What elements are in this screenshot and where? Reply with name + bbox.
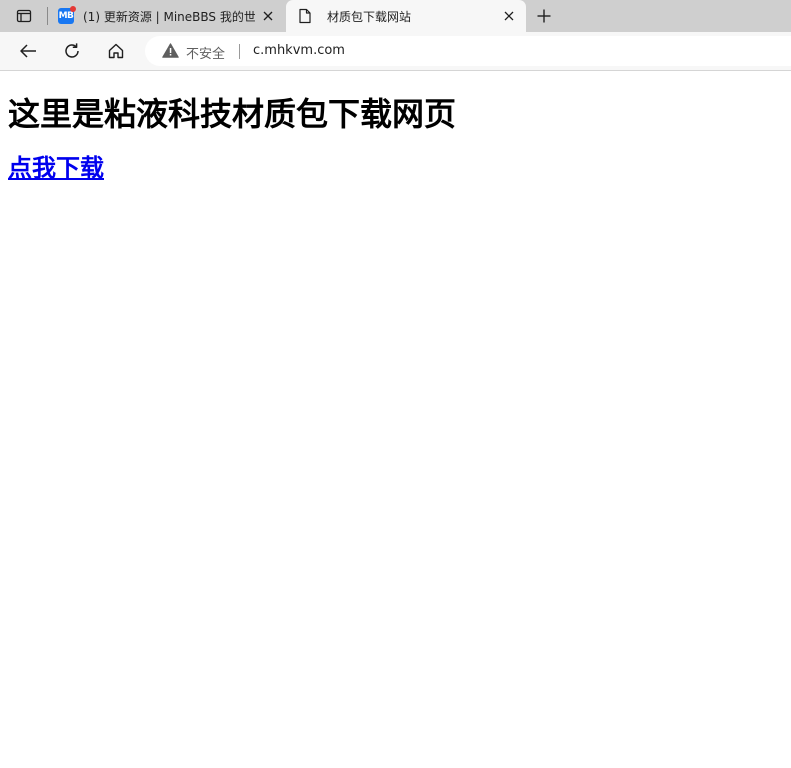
tab-actions-icon xyxy=(16,9,32,23)
tab-title: 材质包下载网站 xyxy=(327,9,412,24)
plus-icon xyxy=(537,9,551,23)
close-icon xyxy=(504,11,514,21)
back-button[interactable] xyxy=(14,37,42,65)
browser-toolbar: 不安全 c.mhkvm.com xyxy=(0,32,791,71)
download-link[interactable]: 点我下载 xyxy=(8,154,104,182)
tab-title: (1) 更新资源 | MineBBS 我的世界 xyxy=(83,9,255,24)
page-content: 这里是粘液科技材质包下载网页 点我下载 xyxy=(8,71,783,184)
address-bar[interactable]: 不安全 c.mhkvm.com xyxy=(145,36,791,66)
tab-close-button[interactable] xyxy=(501,8,517,24)
url-text[interactable]: c.mhkvm.com xyxy=(253,43,345,58)
security-status-label[interactable]: 不安全 xyxy=(186,43,225,62)
tab-minebbs[interactable]: MB (1) 更新资源 | MineBBS 我的世界 xyxy=(50,0,285,32)
warning-icon[interactable] xyxy=(162,43,179,58)
address-separator xyxy=(239,44,240,59)
tab-texture-pack[interactable]: 材质包下载网站 xyxy=(286,0,526,32)
refresh-button[interactable] xyxy=(58,37,86,65)
back-arrow-icon xyxy=(20,44,36,58)
refresh-icon xyxy=(65,43,79,58)
tab-actions-button[interactable] xyxy=(10,4,38,28)
minebbs-logo-icon: MB xyxy=(58,6,76,24)
new-tab-button[interactable] xyxy=(530,4,558,28)
home-button[interactable] xyxy=(102,37,130,65)
page-heading: 这里是粘液科技材质包下载网页 xyxy=(8,95,457,133)
download-section: 点我下载 xyxy=(8,152,783,184)
home-icon xyxy=(108,43,124,59)
tab-separator xyxy=(47,7,48,25)
tab-strip: MB (1) 更新资源 | MineBBS 我的世界 材质包下载网站 xyxy=(0,0,791,32)
page-icon xyxy=(299,8,311,24)
close-icon xyxy=(263,11,273,21)
tab-close-button[interactable] xyxy=(260,8,276,24)
